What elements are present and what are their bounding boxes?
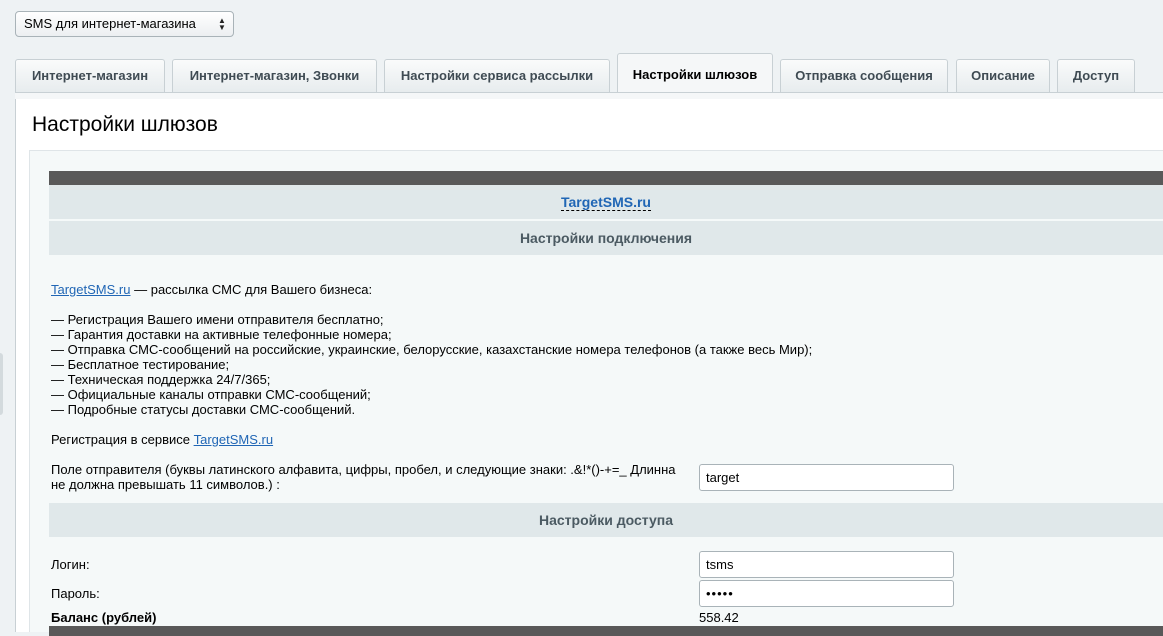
registration-text: Регистрация в сервисе — [51, 432, 194, 447]
module-select-value: SMS для интернет-магазина — [24, 16, 196, 31]
gateway-name-link[interactable]: TargetSMS.ru — [561, 194, 651, 211]
login-label: Логин: — [51, 557, 90, 572]
list-item: — Техническая поддержка 24/7/365; — [51, 372, 271, 387]
balance-label: Баланс (рублей) — [51, 610, 157, 625]
connection-settings-header: Настройки подключения — [49, 221, 1163, 255]
tab-gateway-settings[interactable]: Настройки шлюзов — [617, 53, 773, 93]
registration-link[interactable]: TargetSMS.ru — [194, 432, 273, 447]
tab-mailing-service-settings[interactable]: Настройки сервиса рассылки — [384, 59, 610, 92]
settings-form: TargetSMS.ru Настройки подключения Targe… — [29, 150, 1163, 636]
features-list: — Регистрация Вашего имени отправителя б… — [51, 312, 812, 417]
select-arrows-icon: ▲ ▼ — [218, 16, 226, 32]
side-panel-handle[interactable] — [0, 353, 3, 415]
sender-input[interactable]: target — [699, 464, 954, 491]
password-label: Пароль: — [51, 586, 100, 601]
login-input[interactable]: tsms — [699, 551, 954, 578]
bottom-divider-bar — [49, 626, 1163, 636]
top-divider-bar — [49, 171, 1163, 185]
tab-send-message[interactable]: Отправка сообщения — [780, 59, 948, 92]
intro-text: — рассылка СМС для Вашего бизнеса: — [130, 282, 373, 297]
password-input[interactable]: ••••• — [699, 580, 954, 607]
gateway-header: TargetSMS.ru — [49, 185, 1163, 219]
page-title: Настройки шлюзов — [32, 113, 218, 136]
module-select[interactable]: SMS для интернет-магазина ▲ ▼ — [15, 11, 234, 37]
intro-gateway-link[interactable]: TargetSMS.ru — [51, 282, 130, 297]
list-item: — Бесплатное тестирование; — [51, 357, 230, 372]
gateway-intro: TargetSMS.ru — рассылка СМС для Вашего б… — [51, 282, 372, 297]
tab-internet-shop[interactable]: Интернет-магазин — [15, 59, 165, 92]
list-item: — Гарантия доставки на активные телефонн… — [51, 327, 392, 342]
access-settings-header: Настройки доступа — [49, 503, 1163, 537]
content-panel: Настройки шлюзов TargetSMS.ru Настройки … — [15, 99, 1163, 636]
sender-field-label: Поле отправителя (буквы латинского алфав… — [51, 462, 676, 492]
list-item: — Официальные каналы отправки СМС-сообще… — [51, 387, 371, 402]
tab-internet-shop-calls[interactable]: Интернет-магазин, Звонки — [172, 59, 377, 92]
list-item: — Отправка СМС-сообщений на российские, … — [51, 342, 813, 357]
tab-description[interactable]: Описание — [956, 59, 1050, 92]
list-item: — Регистрация Вашего имени отправителя б… — [51, 312, 384, 327]
list-item: — Подробные статусы доставки СМС-сообщен… — [51, 402, 356, 417]
balance-value: 558.42 — [699, 610, 739, 625]
tab-access[interactable]: Доступ — [1057, 59, 1135, 92]
registration-line: Регистрация в сервисе TargetSMS.ru — [51, 432, 273, 447]
